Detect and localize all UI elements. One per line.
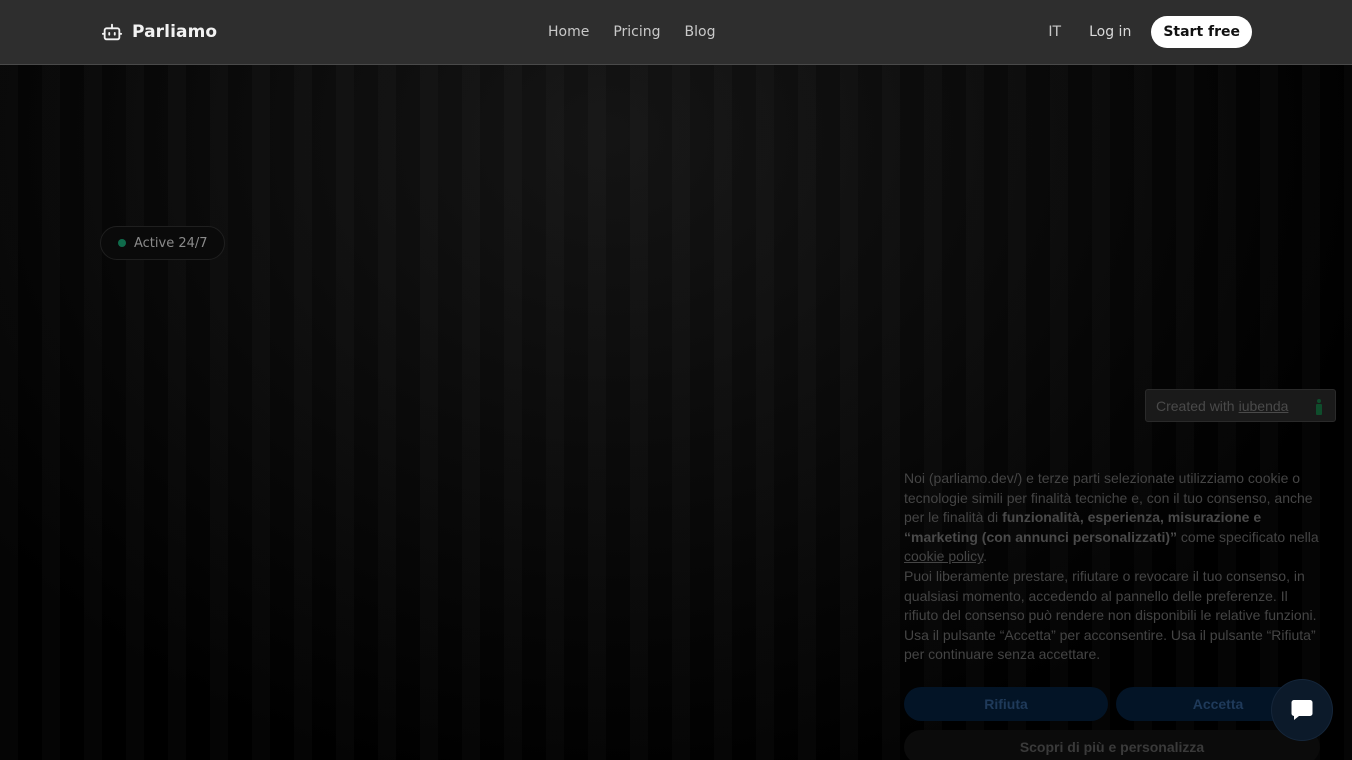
chat-bubble-icon xyxy=(1291,700,1313,720)
cookie-text-b: come specificato nella xyxy=(1177,528,1319,545)
cookie-paragraph-1: Noi (parliamo.dev/) e terze parti selezi… xyxy=(904,469,1324,567)
robot-icon xyxy=(101,23,123,41)
cookie-policy-link[interactable]: cookie policy xyxy=(904,548,983,564)
language-switcher[interactable]: IT xyxy=(1048,24,1061,40)
nav-pricing[interactable]: Pricing xyxy=(613,22,660,42)
cookie-banner-text: Noi (parliamo.dev/) e terze parti selezi… xyxy=(904,469,1324,665)
iubenda-created-with: Created with xyxy=(1156,397,1235,414)
cookie-paragraph-2: Puoi liberamente prestare, rifiutare o r… xyxy=(904,567,1317,663)
page: Parliamo Home Pricing Blog IT Log in Sta… xyxy=(0,0,1352,760)
login-link[interactable]: Log in xyxy=(1089,24,1131,40)
start-free-button[interactable]: Start free xyxy=(1151,16,1252,48)
cookie-text-end: . xyxy=(983,548,988,565)
status-badge: Active 24/7 xyxy=(100,226,225,260)
brand-name: Parliamo xyxy=(132,22,218,42)
iubenda-attribution[interactable]: Created with iubenda xyxy=(1145,389,1336,422)
status-badge-label: Active 24/7 xyxy=(134,235,208,251)
main-nav: Home Pricing Blog xyxy=(548,22,716,42)
cookie-customize-button[interactable]: Scopri di più e personalizza xyxy=(904,730,1320,760)
brand-logo[interactable]: Parliamo xyxy=(101,19,217,45)
cookie-reject-button[interactable]: Rifiuta xyxy=(904,687,1108,721)
iubenda-logo-icon xyxy=(1316,399,1322,415)
site-header: Parliamo Home Pricing Blog IT Log in Sta… xyxy=(0,0,1352,65)
chat-launcher-button[interactable] xyxy=(1272,680,1332,740)
header-actions: IT Log in Start free xyxy=(1048,16,1252,48)
status-dot-icon xyxy=(118,239,126,247)
nav-home[interactable]: Home xyxy=(548,22,589,42)
iubenda-link[interactable]: iubenda xyxy=(1239,398,1289,414)
nav-blog[interactable]: Blog xyxy=(685,22,716,42)
